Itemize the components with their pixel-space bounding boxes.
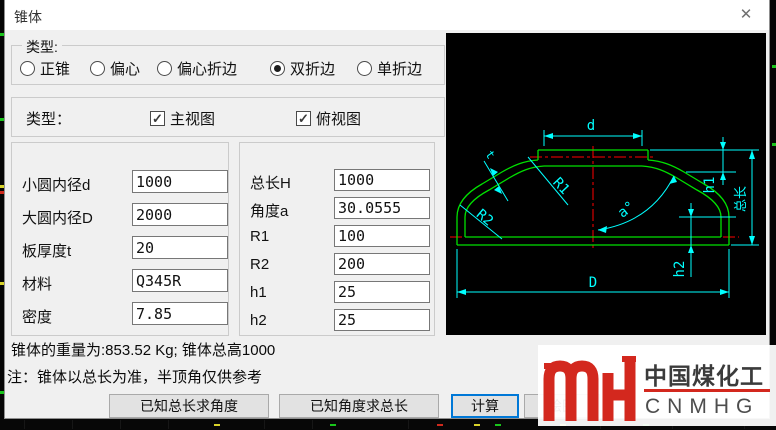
dialog-title: 锥体 (14, 7, 42, 27)
dim-label-t: t (482, 148, 498, 162)
watermark-logo: 中国煤化工 CNMHG (538, 345, 776, 426)
checkbox-top-view[interactable]: ✓ 俯视图 (296, 108, 361, 129)
logo-mh-monogram (542, 353, 638, 421)
view-groupbox: 类型： ✓ 主视图 ✓ 俯视图 (11, 97, 445, 137)
input-density[interactable] (132, 302, 228, 325)
dim-label-D: D (589, 275, 597, 291)
radio-eccentric-fold[interactable]: 偏心折边 (157, 58, 237, 79)
input-r2[interactable] (334, 253, 430, 275)
logo-cn-text: 中国煤化工 (644, 357, 764, 391)
radio-double-fold[interactable]: 双折边 (270, 58, 335, 79)
field-label-total-length: 总长H (250, 172, 291, 193)
radio-eccentric[interactable]: 偏心 (90, 58, 140, 79)
type-groupbox: 类型: 正锥 偏心 偏心折边 双折边 单折边 (11, 45, 445, 85)
field-label-h1: h1 (250, 284, 267, 301)
radio-icon (357, 61, 372, 76)
weight-status-text: 锥体的重量为:853.52 Kg; 锥体总高1000 (11, 339, 275, 360)
logo-en-text: CNMHG (645, 395, 759, 419)
dimension-arrows (457, 133, 755, 295)
field-label-h2: h2 (250, 312, 267, 329)
radio-icon (157, 61, 172, 76)
right-params-groupbox: 总长H 角度a R1 R2 h1 h2 (239, 142, 435, 336)
input-plate-thickness[interactable] (132, 236, 228, 259)
input-r1[interactable] (334, 225, 430, 247)
solve-angle-button[interactable]: 已知总长求角度 (109, 394, 269, 418)
dimension-lines (457, 130, 759, 298)
check-icon: ✓ (296, 111, 311, 126)
input-large-diameter[interactable] (132, 203, 228, 226)
cone-drawing: d D h1 h2 总长 R1 R2 t a° (446, 33, 766, 335)
radio-regular-cone[interactable]: 正锥 (20, 58, 70, 79)
logo-red-rule (644, 389, 770, 392)
cone-preview-canvas: d D h1 h2 总长 R1 R2 t a° (446, 33, 766, 335)
input-h2[interactable] (334, 309, 430, 331)
dim-label-d: d (587, 118, 595, 134)
checkbox-front-view[interactable]: ✓ 主视图 (150, 108, 215, 129)
cad-edge-mark (772, 143, 776, 146)
title-bar: 锥体 ✕ (5, 0, 769, 30)
field-label-density: 密度 (22, 306, 52, 327)
field-label-angle: 角度a (250, 200, 288, 221)
input-small-diameter[interactable] (132, 170, 228, 193)
radio-icon (270, 61, 285, 76)
dimension-labels: d D h1 h2 总长 R1 R2 t a° (473, 118, 749, 291)
field-label-r1: R1 (250, 228, 269, 245)
dim-label-h2: h2 (672, 261, 688, 278)
dim-label-r1: R1 (549, 175, 572, 198)
note-text: 注：锥体以总长为准，半顶角仅供参考 (7, 366, 262, 387)
screen: 锥体 ✕ 类型: 正锥 偏心 偏心折边 双折边 (0, 0, 776, 430)
dim-label-total-length: 总长 (734, 186, 749, 212)
field-label-small-diameter: 小圆内径d (22, 174, 90, 195)
solve-length-button[interactable]: 已知角度求总长 (279, 394, 439, 418)
field-label-material: 材料 (22, 273, 52, 294)
radio-icon (20, 61, 35, 76)
check-icon: ✓ (150, 111, 165, 126)
close-icon[interactable]: ✕ (735, 5, 757, 25)
input-material[interactable] (132, 269, 228, 292)
view-group-label: 类型： (26, 108, 71, 129)
dim-label-r2: R2 (473, 206, 496, 229)
input-angle[interactable] (334, 197, 430, 219)
cad-edge-mark (772, 65, 776, 68)
input-h1[interactable] (334, 281, 430, 303)
field-label-plate-thickness: 板厚度t (22, 240, 71, 261)
left-params-groupbox: 小圆内径d 大圆内径D 板厚度t 材料 密度 (11, 142, 229, 336)
radio-icon (90, 61, 105, 76)
field-label-r2: R2 (250, 256, 269, 273)
radio-single-fold[interactable]: 单折边 (357, 58, 422, 79)
dim-label-h1: h1 (702, 177, 718, 194)
field-label-large-diameter: 大圆内径D (22, 207, 93, 228)
input-total-length[interactable] (334, 169, 430, 191)
type-groupbox-caption: 类型: (22, 37, 62, 57)
calculate-button[interactable]: 计算 (451, 394, 519, 418)
